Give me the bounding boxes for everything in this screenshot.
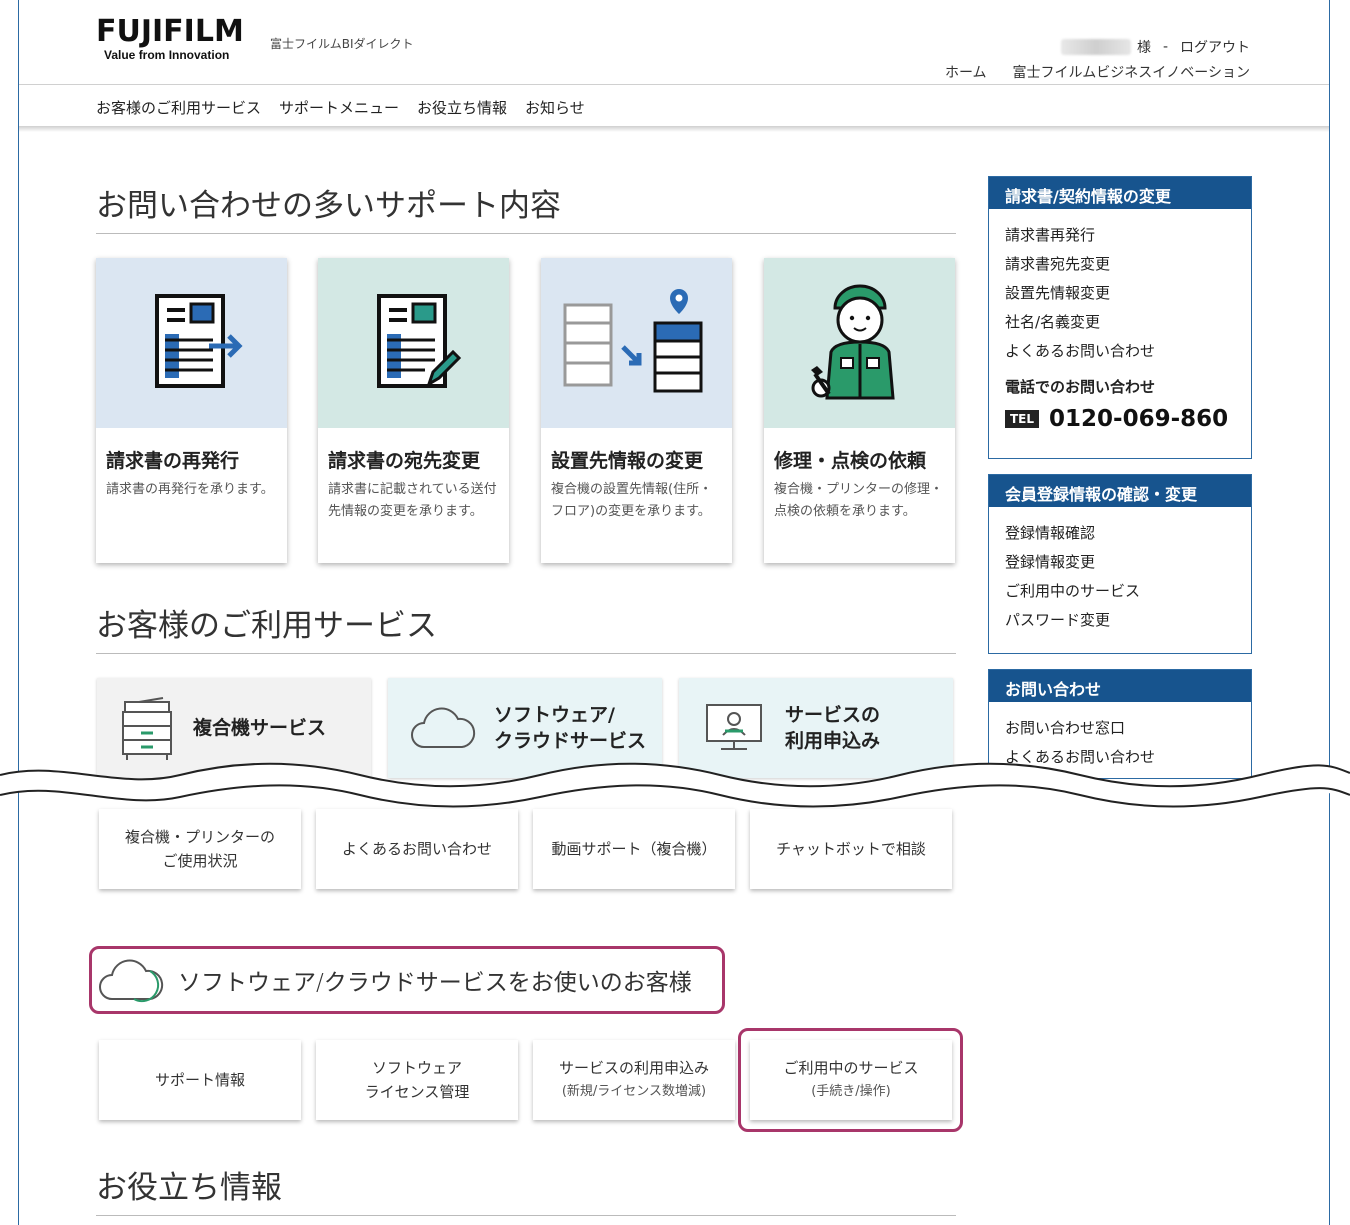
nav-item-services[interactable]: お客様のご利用サービス (96, 97, 261, 118)
nav-shadow (19, 126, 1329, 132)
card-title: 請求書の再発行 (106, 450, 240, 472)
tel-number[interactable]: 0120-069-860 (1049, 406, 1228, 432)
sidebar-member-title: 会員登録情報の確認・変更 (989, 475, 1251, 507)
chatbot-button[interactable]: チャットボットで相談 (750, 809, 952, 889)
cloud-icon (411, 707, 476, 748)
service-tile-label: ソフトウェア/ クラウドサービス (494, 702, 646, 754)
section-title-support: お問い合わせの多いサポート内容 (96, 180, 956, 234)
sidebar-item-contact-window[interactable]: お問い合わせ窓口 (1005, 714, 1235, 743)
card-title: 設置先情報の変更 (551, 450, 704, 472)
button-line-2: ライセンス管理 (364, 1083, 470, 1101)
invoice-pen-icon (376, 294, 461, 388)
card-install-location-change[interactable]: 設置先情報の変更 複合機の設置先情報(住所・フロア)の変更を承ります。 (541, 258, 732, 563)
company-link[interactable]: 富士フイルムビジネスイノベーション (1013, 62, 1250, 82)
page-break-wave (0, 762, 1350, 808)
tel-badge: TEL (1005, 410, 1040, 428)
mfp-usage-button[interactable]: 複合機・プリンターの ご使用状況 (99, 809, 301, 889)
button-line-1: よくあるお問い合わせ (341, 840, 492, 858)
button-line-1: サービスの利用申込み (558, 1059, 709, 1077)
mfp-icon (122, 697, 172, 760)
invoice-arrow-icon (154, 294, 243, 388)
sidebar-contact-title: お問い合わせ (989, 670, 1251, 702)
service-application-button[interactable]: サービスの利用申込み (新規/ライセンス数増減) (533, 1040, 735, 1120)
cloud-banner-text: ソフトウェア/クラウドサービスをお使いのお客様 (178, 970, 692, 996)
card-description: 請求書の再発行を承ります。 (106, 482, 274, 497)
fujifilm-logo[interactable]: FUJIFILM Value from Innovation (96, 14, 244, 63)
card-invoice-reissue[interactable]: 請求書の再発行 請求書の再発行を承ります。 (96, 258, 287, 563)
service-tile-label: 複合機サービス (193, 717, 327, 739)
user-area: 様 - ログアウト (1060, 37, 1250, 57)
sidebar-item-install-location[interactable]: 設置先情報変更 (1005, 279, 1235, 308)
card-image (96, 258, 287, 428)
global-nav: お客様のご利用サービス サポートメニュー お役立ち情報 お知らせ (96, 97, 585, 118)
sidebar-item-registration-confirm[interactable]: 登録情報確認 (1005, 519, 1235, 548)
logout-link[interactable]: ログアウト (1180, 37, 1250, 57)
header-divider (19, 84, 1329, 85)
card-invoice-address-change[interactable]: 請求書の宛先変更 請求書に記載されている送付先情報の変更を承ります。 (318, 258, 509, 563)
service-tile-label: サービスの 利用申込み (785, 702, 880, 754)
section-title-useful: お役立ち情報 (96, 1162, 956, 1216)
technician-icon (810, 284, 895, 400)
card-title: 修理・点検の依頼 (774, 450, 927, 472)
logo-tagline: Value from Innovation (104, 48, 230, 62)
section-title-services: お客様のご利用サービス (96, 600, 956, 654)
label-line-1: ソフトウェア/ (494, 704, 615, 726)
phone-contact: TEL 0120-069-860 (1005, 406, 1235, 432)
card-description: 請求書に記載されている送付先情報の変更を承ります。 (328, 482, 497, 519)
sidebar-item-faq[interactable]: よくあるお問い合わせ (1005, 337, 1235, 366)
monitor-user-icon (706, 704, 762, 750)
highlight-frame (738, 1028, 963, 1132)
button-line-1: 動画サポート（複合機） (551, 840, 717, 858)
home-link[interactable]: ホーム (945, 62, 987, 82)
label-line-1: サービスの (785, 704, 881, 726)
button-line-1: 複合機・プリンターの (124, 828, 275, 846)
sidebar-item-invoice-address[interactable]: 請求書宛先変更 (1005, 250, 1235, 279)
logo-wordmark: FUJIFILM (96, 14, 244, 49)
card-image (541, 258, 732, 428)
card-description: 複合機の設置先情報(住所・フロア)の変更を承ります。 (551, 482, 713, 519)
card-repair-request[interactable]: 修理・点検の依頼 複合機・プリンターの修理・点検の依頼を承ります。 (764, 258, 955, 563)
button-subtext: (新規/ライセンス数増減) (561, 1084, 707, 1099)
button-line-2: ご使用状況 (162, 852, 238, 870)
button-line-1: サポート情報 (154, 1071, 245, 1089)
card-image (764, 258, 955, 428)
phone-contact-label: 電話でのお問い合わせ (1005, 378, 1156, 396)
card-title: 請求書の宛先変更 (328, 450, 481, 472)
nav-item-news[interactable]: お知らせ (525, 97, 585, 118)
sidebar-member-box: 会員登録情報の確認・変更 登録情報確認 登録情報変更 ご利用中のサービス パスワ… (988, 474, 1252, 654)
label-line-2: 利用申込み (785, 730, 881, 752)
cloud-services-banner: ソフトウェア/クラウドサービスをお使いのお客様 (89, 946, 725, 1014)
sidebar-item-services-in-use[interactable]: ご利用中のサービス (1005, 577, 1235, 606)
button-line-1: チャットボットで相談 (776, 840, 926, 858)
separator: - (1162, 39, 1168, 55)
video-support-button[interactable]: 動画サポート（複合機） (533, 809, 735, 889)
license-management-button[interactable]: ソフトウェア ライセンス管理 (316, 1040, 518, 1120)
sidebar-invoice-title: 請求書/契約情報の変更 (989, 177, 1251, 209)
cloud-icon (99, 959, 164, 1003)
user-suffix: 様 (1136, 40, 1151, 56)
button-line-1: ソフトウェア (371, 1059, 462, 1077)
top-links: ホーム 富士フイルムビジネスイノベーション (945, 62, 1250, 82)
sidebar-item-company-name[interactable]: 社名/名義変更 (1005, 308, 1235, 337)
user-name-blurred (1060, 39, 1131, 55)
sidebar-item-password-change[interactable]: パスワード変更 (1005, 606, 1235, 635)
sidebar-item-invoice-reissue[interactable]: 請求書再発行 (1005, 221, 1235, 250)
label-line-2: クラウドサービス (494, 730, 647, 752)
nav-item-useful-info[interactable]: お役立ち情報 (417, 97, 507, 118)
support-info-button[interactable]: サポート情報 (99, 1040, 301, 1120)
brand-subtitle: 富士フイルムBIダイレクト (270, 37, 414, 51)
sidebar-item-registration-change[interactable]: 登録情報変更 (1005, 548, 1235, 577)
printer-move-icon (563, 289, 702, 393)
card-image (318, 258, 509, 428)
sidebar-invoice-box: 請求書/契約情報の変更 請求書再発行 請求書宛先変更 設置先情報変更 社名/名義… (988, 176, 1252, 459)
faq-button[interactable]: よくあるお問い合わせ (316, 809, 518, 889)
nav-item-support-menu[interactable]: サポートメニュー (279, 97, 399, 118)
card-description: 複合機・プリンターの修理・点検の依頼を承ります。 (774, 482, 944, 519)
